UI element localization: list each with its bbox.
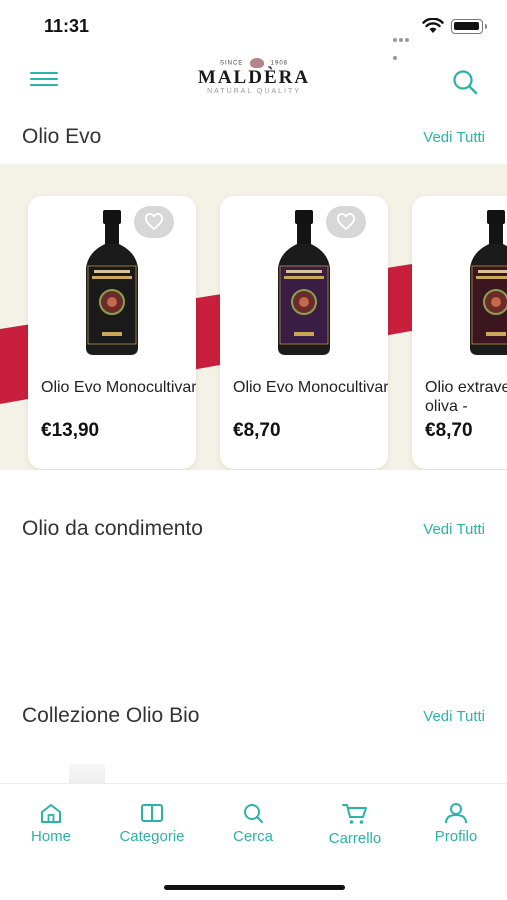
favorite-button[interactable] — [134, 206, 174, 238]
tab-label: Cerca — [232, 828, 273, 845]
logo-brand: MALDÈRA — [197, 67, 311, 88]
product-image — [278, 210, 330, 355]
product-price: €8,70 — [425, 420, 473, 441]
product-card[interactable]: Olio Evo Monocultivar €8,70 — [220, 196, 388, 469]
product-name: Olio Evo Monocultivar — [233, 379, 388, 396]
tab-label: Home — [30, 828, 71, 845]
section-title: Collezione Olio Bio — [22, 704, 200, 727]
status-bar: 11:31 — [0, 0, 507, 60]
product-carousel[interactable]: Olio Evo Monocultivar €13,90 Olio Evo Mo… — [0, 164, 507, 470]
bottom-tab-bar: Home Categorie Cerca Carrello Profilo — [0, 783, 507, 900]
section-header-olio-condimento: Olio da condimento Vedi Tutti — [0, 517, 507, 547]
home-icon — [41, 804, 61, 823]
search-icon[interactable] — [451, 68, 479, 96]
product-price: €8,70 — [233, 420, 281, 441]
section-header-olio-evo: Olio Evo Vedi Tutti — [0, 125, 507, 155]
tab-profile[interactable]: Profilo — [406, 802, 506, 845]
tab-label: Categorie — [119, 828, 185, 845]
tab-home[interactable]: Home — [1, 802, 101, 845]
section-header-collezione-bio: Collezione Olio Bio Vedi Tutti — [0, 704, 507, 734]
user-icon — [445, 803, 467, 824]
product-card[interactable]: Olio extravergine di oliva - €8,70 — [412, 196, 507, 469]
section-title: Olio da condimento — [22, 517, 203, 540]
heart-icon — [337, 213, 355, 231]
tab-search[interactable]: Cerca — [203, 802, 303, 845]
app-header: SINCE 1908 MALDÈRA NATURAL QUALITY — [0, 50, 507, 112]
menu-icon-line — [30, 78, 58, 80]
signal-icon — [393, 29, 415, 60]
product-card[interactable]: Olio Evo Monocultivar €13,90 — [28, 196, 196, 469]
see-all-link[interactable]: Vedi Tutti — [423, 521, 485, 538]
product-name: Olio Evo Monocultivar — [41, 379, 196, 396]
logo-since-text: SINCE — [219, 60, 244, 67]
search-icon — [244, 804, 264, 824]
tab-label: Profilo — [434, 828, 478, 845]
cart-icon — [342, 804, 367, 824]
wifi-icon — [422, 18, 444, 33]
favorite-button[interactable] — [326, 206, 366, 238]
menu-icon-line — [30, 72, 58, 74]
book-icon — [141, 804, 163, 822]
status-time: 11:31 — [44, 16, 90, 36]
heart-icon — [145, 213, 163, 231]
battery-icon — [451, 19, 487, 34]
see-all-link[interactable]: Vedi Tutti — [423, 708, 485, 725]
logo-tagline: NATURAL QUALITY — [207, 88, 301, 95]
logo-year-text: 1908 — [270, 60, 289, 67]
menu-button[interactable] — [30, 72, 58, 90]
brand-logo[interactable]: SINCE 1908 MALDÈRA NATURAL QUALITY — [170, 58, 338, 95]
tab-categories[interactable]: Categorie — [102, 802, 202, 845]
product-name: Olio extravergine di oliva - — [425, 379, 507, 415]
tab-label: Carrello — [328, 830, 382, 847]
product-image — [470, 210, 507, 355]
section-title: Olio Evo — [22, 125, 102, 148]
tab-cart[interactable]: Carrello — [305, 802, 405, 847]
product-image — [86, 210, 138, 355]
menu-icon-line — [30, 84, 58, 86]
home-indicator[interactable] — [164, 885, 345, 890]
product-price: €13,90 — [41, 420, 100, 441]
see-all-link[interactable]: Vedi Tutti — [423, 129, 485, 146]
